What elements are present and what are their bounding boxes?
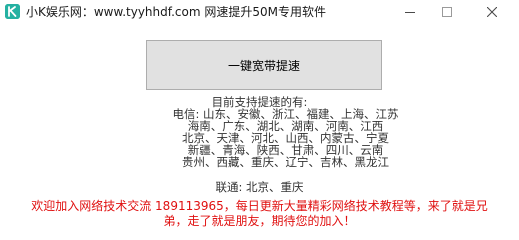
maximize-button[interactable] (428, 0, 466, 24)
join-message-line: 欢迎加入网络技术交流 189113965，每日更新大量精彩网络技术教程等，来了就… (31, 199, 488, 213)
minimize-icon (405, 12, 415, 13)
unicom-line: 联通: 北京、重庆 (215, 180, 304, 194)
telecom-line: 贵州、西藏、重庆、辽宁、吉林、黑龙江 (182, 155, 389, 169)
title-bar[interactable]: 小K娱乐网：www.tyyhhdf.com 网速提升50M专用软件 (0, 0, 519, 24)
close-icon (487, 7, 497, 17)
window-title: 小K娱乐网：www.tyyhhdf.com 网速提升50M专用软件 (26, 5, 326, 19)
join-message: 欢迎加入网络技术交流 189113965，每日更新大量精彩网络技术教程等，来了就… (0, 199, 519, 229)
close-button[interactable] (473, 0, 511, 24)
join-message-line: 弟，走了就是朋友，期待您的加入！ (163, 214, 356, 228)
support-info: 目前支持提速的有: 电信: 山东、安徽、浙江、福建、上海、江苏 海南、广东、湖北… (0, 96, 519, 193)
maximize-icon (442, 7, 452, 17)
speed-up-button[interactable]: 一键宽带提速 (146, 40, 382, 90)
app-window: 小K娱乐网：www.tyyhhdf.com 网速提升50M专用软件 一键宽带提速… (0, 0, 519, 236)
minimize-button[interactable] (391, 0, 429, 24)
k-logo-icon (5, 4, 20, 19)
